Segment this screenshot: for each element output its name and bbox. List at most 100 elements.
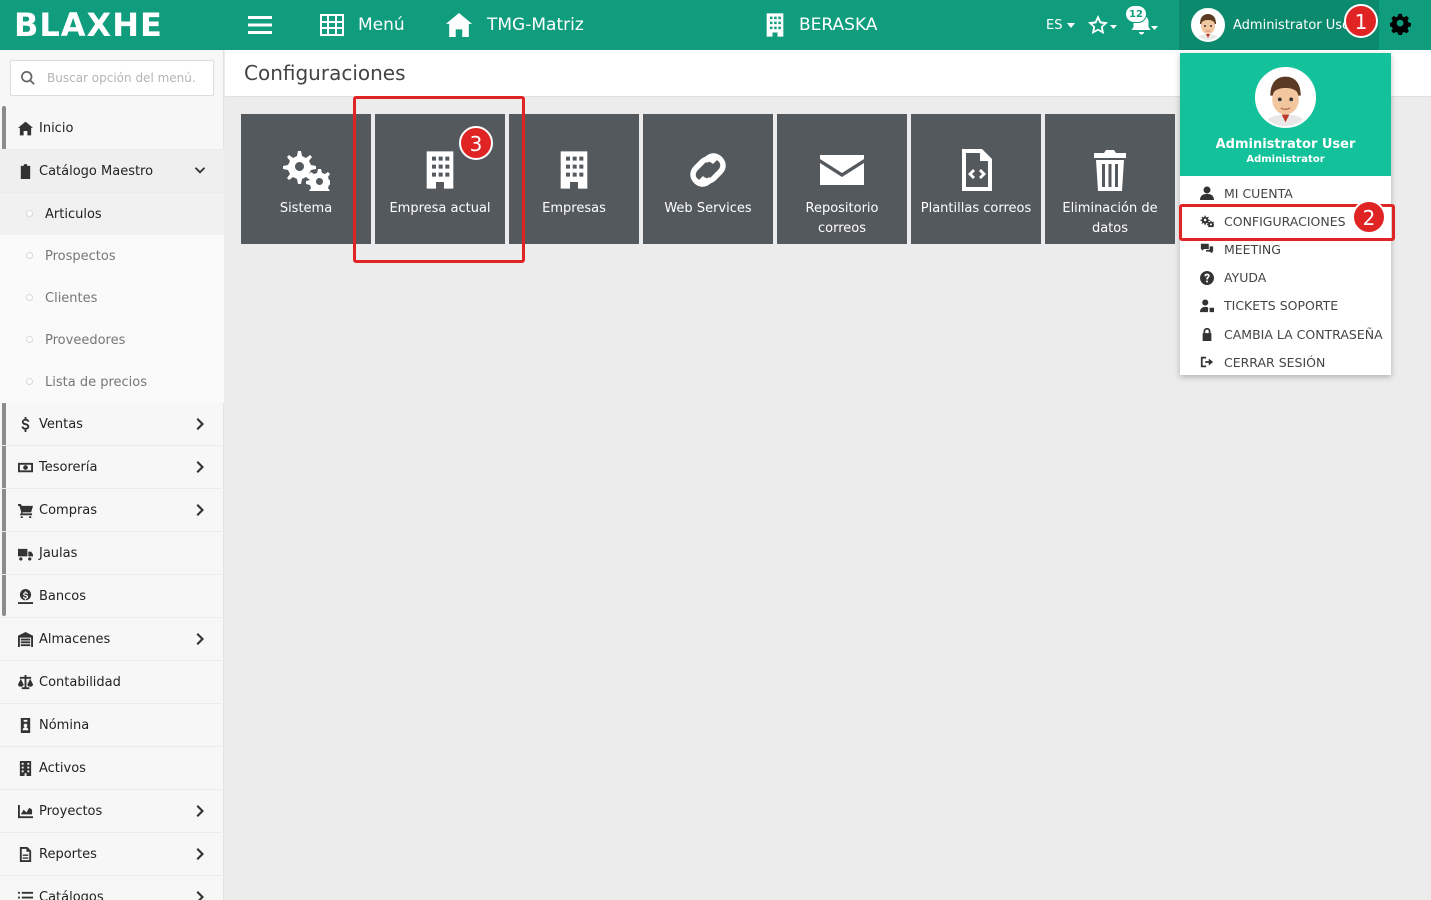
user-tag-icon: [1200, 299, 1214, 313]
bullet-dot: [26, 294, 33, 301]
hamburger-menu-button[interactable]: [248, 0, 272, 50]
sidebar-item-label: Almacenes: [39, 631, 111, 647]
sidebar-item-compras[interactable]: Compras: [0, 489, 224, 532]
step-badge-3: 3: [459, 126, 493, 160]
sidebar-item-label: Reportes: [39, 846, 97, 862]
cart-icon: [18, 503, 33, 518]
subitem-label: Prospectos: [45, 248, 116, 264]
bank-icon: [18, 589, 33, 604]
sidebar-item-proyectos[interactable]: Proyectos: [0, 790, 224, 833]
dropdown-item-cambia-contrasena[interactable]: CAMBIA LA CONTRASEÑA: [1180, 320, 1391, 348]
dropdown-item-ayuda[interactable]: AYUDA: [1180, 264, 1391, 292]
highlight-empresa-actual: [353, 96, 525, 263]
sidebar-item-contabilidad[interactable]: Contabilidad: [0, 661, 224, 704]
tile-plantillas-correos[interactable]: Plantillas correos: [911, 114, 1041, 244]
sidebar-item-label: Catálogos: [39, 889, 104, 900]
sidebar-item-tesoreria[interactable]: Tesorería: [0, 446, 224, 489]
settings-button[interactable]: [1389, 13, 1412, 39]
dropdown-item-label: MI CUENTA: [1224, 185, 1293, 201]
user-role: Administrator: [1246, 154, 1325, 165]
trash-icon: [1086, 149, 1134, 191]
hamburger-icon: [248, 16, 272, 34]
sidebar-item-label: Compras: [39, 502, 98, 518]
tile-repositorio-correos[interactable]: Repositorio correos: [777, 114, 907, 244]
dropdown-item-label: MEETING: [1224, 241, 1281, 257]
subitem-prospectos[interactable]: Prospectos: [0, 235, 224, 277]
chevron-down-icon: [194, 166, 206, 176]
submenu-catalogo-maestro: Articulos Prospectos Clientes Proveedore…: [0, 193, 224, 403]
company-selector[interactable]: BERASKA: [765, 0, 877, 50]
grid-icon: [320, 14, 344, 36]
language-selector[interactable]: ES: [1046, 0, 1076, 50]
clipboard-icon: [18, 164, 33, 179]
sidebar-item-label: Contabilidad: [39, 674, 121, 690]
user-name-label: Administrator Use: [1233, 17, 1351, 33]
warehouse-icon: [18, 632, 33, 647]
sidebar-item-label: Nómina: [39, 717, 90, 733]
subitem-label: Articulos: [45, 206, 102, 222]
subitem-clientes[interactable]: Clientes: [0, 277, 224, 319]
dropdown-item-label: TICKETS SOPORTE: [1224, 298, 1339, 314]
dropdown-item-tickets-soporte[interactable]: TICKETS SOPORTE: [1180, 292, 1391, 320]
dropdown-item-cerrar-sesion[interactable]: CERRAR SESIÓN: [1180, 348, 1391, 376]
home-icon: [445, 13, 473, 37]
sidebar-item-inicio[interactable]: Inicio: [0, 107, 224, 150]
tile-web-services[interactable]: Web Services: [643, 114, 773, 244]
sidebar: Inicio Catálogo Maestro Articulos Prospe…: [0, 50, 224, 900]
bullet-dot: [26, 210, 33, 217]
tile-eliminacion-datos[interactable]: Eliminación de datos: [1045, 114, 1175, 244]
sidebar-item-catalogos[interactable]: Catálogos: [0, 876, 224, 900]
subitem-lista-precios[interactable]: Lista de precios: [0, 361, 224, 403]
sign-out-icon: [1200, 355, 1214, 369]
sidebar-item-catalogo-maestro[interactable]: Catálogo Maestro: [0, 150, 224, 193]
sidebar-item-label: Ventas: [39, 416, 83, 432]
home-icon: [18, 121, 33, 136]
notifications-count-badge: 12: [1125, 5, 1147, 23]
sidebar-item-label: Jaulas: [39, 545, 78, 561]
menu-label: Menú: [358, 15, 405, 35]
dropdown-item-label: CERRAR SESIÓN: [1224, 354, 1326, 370]
subitem-proveedores[interactable]: Proveedores: [0, 319, 224, 361]
sidebar-item-label: Bancos: [39, 588, 86, 604]
sidebar-item-jaulas[interactable]: Jaulas: [0, 532, 224, 575]
chevron-right-icon: [196, 503, 206, 517]
file-icon: [18, 847, 33, 862]
menu-search[interactable]: [10, 60, 214, 96]
chevron-right-icon: [196, 847, 206, 861]
building-icon: [558, 149, 590, 191]
question-icon: [1200, 271, 1214, 285]
balance-scale-icon: [18, 675, 33, 690]
tile-label: Plantillas correos: [920, 201, 1032, 216]
gear-icon: [1389, 13, 1411, 36]
sidebar-item-reportes[interactable]: Reportes: [0, 833, 224, 876]
bullet-dot: [26, 336, 33, 343]
tile-sistema[interactable]: Sistema: [241, 114, 371, 244]
money-bill-icon: [18, 460, 33, 475]
sidebar-item-label: Activos: [39, 760, 86, 776]
chevron-right-icon: [196, 890, 206, 900]
menu-button[interactable]: Menú: [320, 0, 405, 50]
tile-empresas[interactable]: Empresas: [509, 114, 639, 244]
sidebar-nav: Inicio Catálogo Maestro Articulos Prospe…: [0, 107, 224, 900]
sidebar-item-ventas[interactable]: Ventas: [0, 403, 224, 446]
branch-selector[interactable]: TMG-Matriz: [445, 0, 584, 50]
menu-search-input[interactable]: [47, 71, 197, 85]
dropdown-item-label: AYUDA: [1224, 270, 1267, 286]
sidebar-item-label: Inicio: [39, 120, 74, 136]
subitem-label: Lista de precios: [45, 374, 148, 390]
sidebar-item-activos[interactable]: Activos: [0, 747, 224, 790]
avatar: [1191, 8, 1225, 42]
page-title: Configuraciones: [244, 61, 406, 85]
sidebar-item-bancos[interactable]: Bancos: [0, 575, 224, 618]
gears-icon: [282, 149, 330, 191]
subitem-articulos[interactable]: Articulos: [0, 193, 224, 235]
tile-label: Empresas: [542, 201, 606, 216]
search-icon: [21, 71, 35, 85]
language-label: ES: [1046, 17, 1063, 33]
sidebar-item-almacenes[interactable]: Almacenes: [0, 618, 224, 661]
sidebar-item-nomina[interactable]: Nómina: [0, 704, 224, 747]
top-navbar: BLAXHE Menú TMG-Matriz BERASKA ES 12 Adm…: [0, 0, 1431, 50]
brand-logo[interactable]: BLAXHE: [14, 6, 163, 44]
favorites-button[interactable]: [1087, 0, 1117, 50]
user-dropdown-header: Administrator User Administrator: [1180, 53, 1391, 176]
